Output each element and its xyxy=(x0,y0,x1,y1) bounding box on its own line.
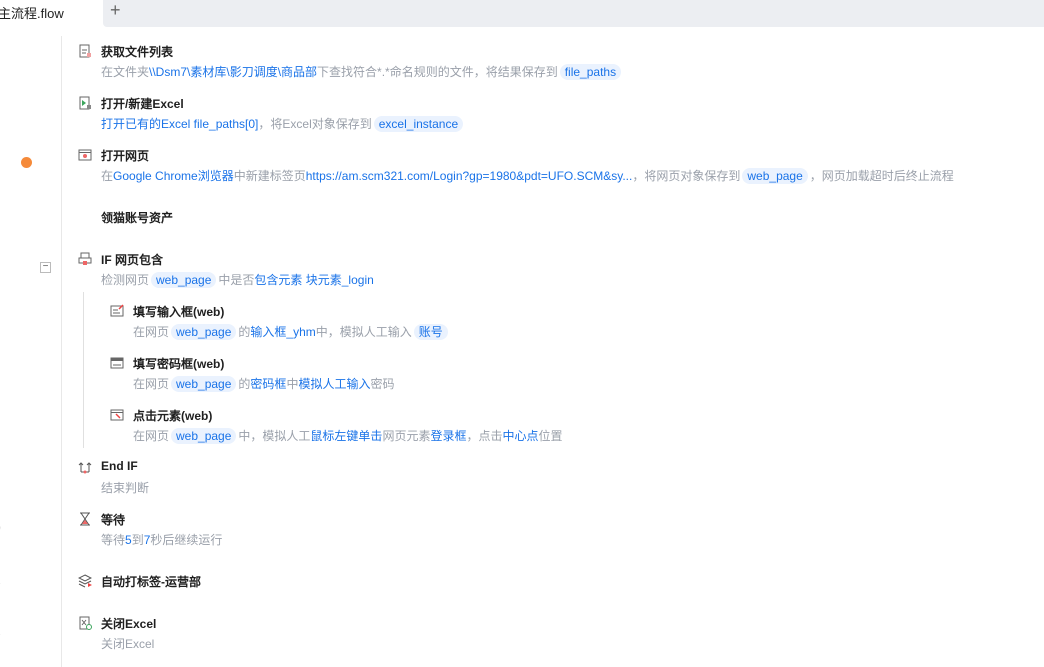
variable-chip[interactable]: web_page xyxy=(171,428,237,444)
variable-chip[interactable]: web_page xyxy=(151,272,217,288)
desc-text: ，点击 xyxy=(466,429,503,443)
tab-main-flow[interactable]: 主流程.flow xyxy=(0,3,64,22)
desc-text: 中，模拟人工 xyxy=(238,429,311,443)
step-title: 打开/新建Excel xyxy=(101,97,184,111)
param-link[interactable]: 输入框_yhm xyxy=(250,325,315,339)
breakpoint-marker[interactable] xyxy=(21,157,32,168)
step-title: 自动打标签-运营部 xyxy=(101,575,201,589)
step-description: 在Google Chrome浏览器中新建标签页https://am.scm321… xyxy=(101,167,954,184)
param-link[interactable]: 打开已有的Excel file_paths[0] xyxy=(101,117,258,131)
desc-text: ，将网页对象保存到 xyxy=(632,169,741,183)
desc-text: 到 xyxy=(131,533,144,547)
desc-text: 的 xyxy=(238,325,251,339)
desc-text: 中，模拟人工输入 xyxy=(315,325,412,339)
desc-text: ，将Excel对象保存到 xyxy=(258,117,372,131)
desc-text: 网页元素 xyxy=(382,429,431,443)
step-description: 在网页 web_page 的密码框中模拟人工输入密码 xyxy=(133,375,394,392)
step-description: 关闭Excel xyxy=(101,635,154,652)
step-title: 关闭Excel xyxy=(101,617,157,631)
desc-text: 中是否 xyxy=(218,273,255,287)
step-description: 在网页 web_page 中，模拟人工鼠标左键单击网页元素登录框，点击中心点位置 xyxy=(133,427,563,444)
input-edit-icon xyxy=(110,304,124,317)
param-link[interactable]: 密码框 xyxy=(250,377,286,391)
step-description: 等待5到7秒后继续运行 xyxy=(101,531,222,548)
password-icon xyxy=(110,357,124,369)
tab-strip xyxy=(103,0,1044,27)
desc-text: 等待 xyxy=(101,533,126,547)
variable-chip[interactable]: excel_instance xyxy=(373,116,464,132)
end-if-icon xyxy=(78,462,92,474)
step-title: 获取文件列表 xyxy=(101,45,174,59)
line-number: 2 xyxy=(0,624,1,638)
step-title: IF 网页包含 xyxy=(101,253,163,267)
excel-open-icon xyxy=(79,96,91,110)
step-title: 打开网页 xyxy=(101,149,150,163)
desc-text: 检测网页 xyxy=(101,273,150,287)
hourglass-icon xyxy=(80,512,90,526)
if-block-guide xyxy=(83,292,84,448)
desc-text: 在网页 xyxy=(133,429,170,443)
desc-text: 在网页 xyxy=(133,325,170,339)
step-description: 在网页 web_page 的输入框_yhm中，模拟人工输入 账号 xyxy=(133,323,450,340)
variable-chip[interactable]: 账号 xyxy=(413,324,448,340)
param-link[interactable]: 模拟人工输入 xyxy=(298,377,370,391)
variable-chip[interactable]: web_page xyxy=(171,376,237,392)
variable-chip[interactable]: file_paths xyxy=(559,64,622,80)
desc-text: 位置 xyxy=(538,429,563,443)
browser-icon xyxy=(78,149,92,161)
desc-text: 密码 xyxy=(370,377,395,391)
desc-text: 关闭Excel xyxy=(101,637,155,651)
desc-text: 的 xyxy=(238,377,251,391)
desc-text: ，网页加载超时后终止流程 xyxy=(809,169,954,183)
plus-icon[interactable]: + xyxy=(110,0,121,21)
desc-text: 中新建标签页 xyxy=(233,169,306,183)
step-title: 填写密码框(web) xyxy=(133,357,225,371)
param-link[interactable]: 登录框 xyxy=(430,429,466,443)
editor-gutter-divider xyxy=(61,36,62,667)
step-title: 领猫账号资产 xyxy=(101,211,174,225)
collapse-toggle[interactable]: − xyxy=(40,262,51,273)
if-web-icon xyxy=(78,252,92,265)
file-list-icon xyxy=(79,44,91,58)
desc-text: 秒后继续运行 xyxy=(150,533,223,547)
param-link[interactable]: \\Dsm7\素材库\影刀调度\商品部 xyxy=(149,65,317,79)
tab-bar: 主流程.flow + xyxy=(0,0,1044,27)
excel-close-icon xyxy=(79,616,92,630)
desc-text: 在网页 xyxy=(133,377,170,391)
step-title: 点击元素(web) xyxy=(133,409,213,423)
variable-chip[interactable]: web_page xyxy=(742,168,808,184)
desc-text: 在 xyxy=(101,169,114,183)
step-description: 在文件夹\\Dsm7\素材库\影刀调度\商品部下查找符合*.*命名规则的文件，将… xyxy=(101,63,623,80)
subflow-icon xyxy=(78,574,92,588)
variable-chip[interactable]: web_page xyxy=(171,324,237,340)
desc-text: 结束判断 xyxy=(101,481,150,495)
line-number: 0 xyxy=(0,521,1,535)
param-link[interactable]: 鼠标左键单击 xyxy=(310,429,382,443)
param-link[interactable]: https://am.scm321.com/Login?gp=1980&pdt=… xyxy=(306,169,633,183)
click-icon xyxy=(110,409,124,421)
step-title: 等待 xyxy=(101,513,126,527)
step-title: 填写输入框(web) xyxy=(133,305,225,319)
step-title: End IF xyxy=(101,459,138,473)
step-description: 打开已有的Excel file_paths[0]，将Excel对象保存到 exce… xyxy=(101,115,465,132)
desc-text: 在文件夹 xyxy=(101,65,150,79)
step-description: 检测网页 web_page 中是否包含元素 块元素_login xyxy=(101,271,374,288)
param-link[interactable]: 包含元素 块元素_login xyxy=(254,273,373,287)
line-number: 1 xyxy=(0,573,1,587)
desc-text: 下查找符合*.*命名规则的文件，将结果保存到 xyxy=(317,65,558,79)
step-description: 结束判断 xyxy=(101,479,149,496)
desc-text: 中 xyxy=(286,377,299,391)
param-link[interactable]: 中心点 xyxy=(502,429,538,443)
param-link[interactable]: Google Chrome浏览器 xyxy=(113,169,234,183)
param-link[interactable]: 5 xyxy=(125,533,132,547)
